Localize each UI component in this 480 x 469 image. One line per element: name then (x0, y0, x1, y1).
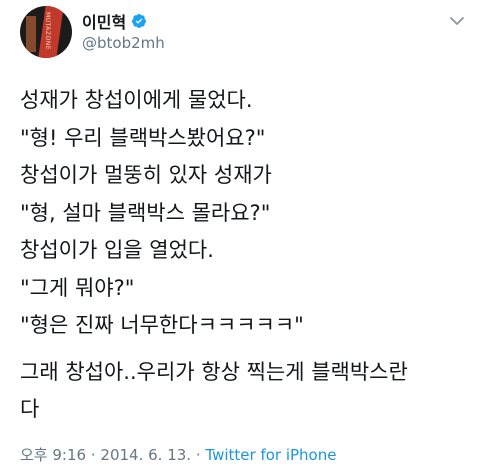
tweet-line: 창섭이가 입을 열었다. (20, 238, 214, 262)
tweet-line: 성재가 창섭이에게 물었다. (20, 88, 253, 112)
meta-separator: · (90, 446, 96, 464)
verified-badge-icon (132, 14, 147, 28)
tweet-line: 다 (20, 397, 40, 421)
tweet-line: "형은 진짜 너무한다ㅋㅋㅋㅋㅋ" (20, 313, 304, 337)
tweet-text: 성재가 창섭이에게 물었다. "형! 우리 블랙박스봤어요?" 창섭이가 멀뚱히… (20, 82, 460, 429)
tweet-line: "그게 뭐야?" (20, 275, 135, 300)
tweet-date[interactable]: 2014. 6. 13. (100, 446, 191, 464)
tweet-line: 그래 창섭아..우리가 항상 찍는게 블랙박스란 (20, 359, 408, 384)
avatar-accent (26, 16, 36, 52)
avatar-logo-text: MUTAZONE (44, 12, 51, 50)
tweet-card: MUTAZONE 이민혁 @btob2mh 성재가 창섭이에게 물었다. "형!… (0, 0, 480, 469)
tweet-header: MUTAZONE 이민혁 @btob2mh (20, 6, 470, 60)
avatar[interactable]: MUTAZONE (20, 6, 72, 58)
tweet-line: "형, 설마 블랙박스 몰라요?" (20, 200, 271, 225)
display-name[interactable]: 이민혁 (82, 9, 126, 33)
chevron-down-icon[interactable] (448, 12, 466, 30)
tweet-meta: 오후 9:16 · 2014. 6. 13. · Twitter for iPh… (20, 444, 336, 465)
display-name-row: 이민혁 (82, 10, 165, 32)
user-names: 이민혁 @btob2mh (82, 10, 165, 52)
meta-separator: · (195, 446, 201, 464)
tweet-time[interactable]: 오후 9:16 (20, 446, 86, 464)
tweet-source-link[interactable]: Twitter for iPhone (205, 446, 336, 464)
tweet-line: 창섭이가 멀뚱히 있자 성재가 (20, 163, 272, 187)
user-handle[interactable]: @btob2mh (82, 34, 165, 52)
tweet-line: "형! 우리 블랙박스봤어요?" (20, 125, 266, 150)
